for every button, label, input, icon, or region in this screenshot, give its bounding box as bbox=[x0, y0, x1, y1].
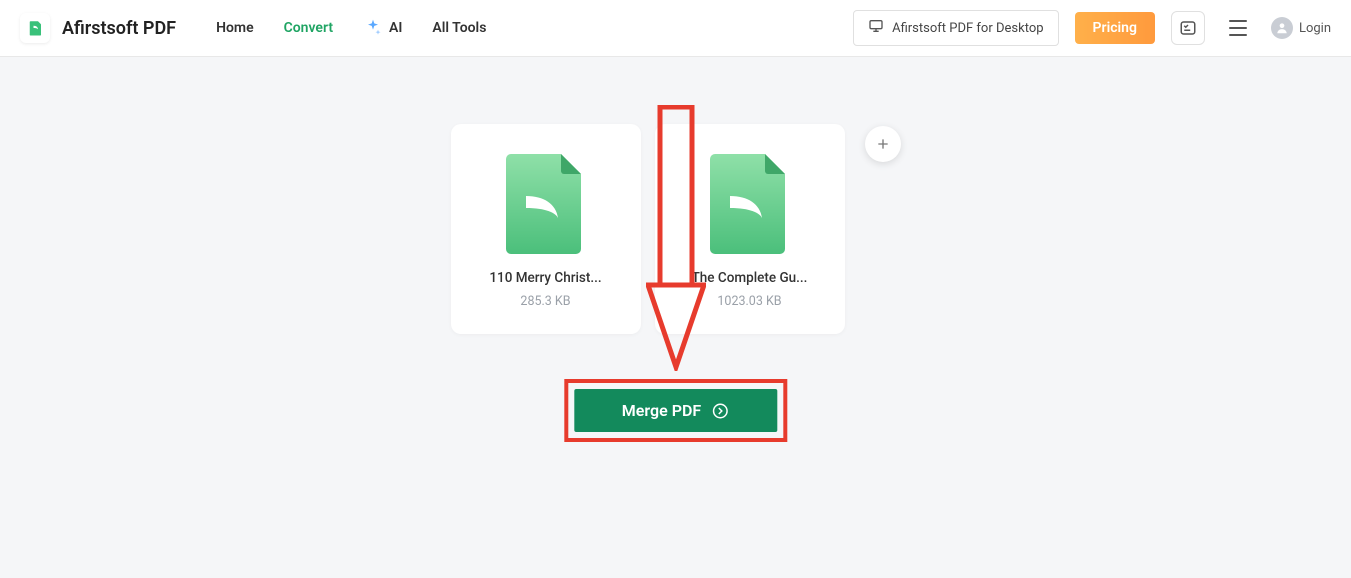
sparkle-icon bbox=[363, 18, 383, 38]
file-name: The Complete Gu... bbox=[669, 270, 831, 286]
add-file-button[interactable] bbox=[865, 126, 901, 162]
plus-icon bbox=[875, 136, 891, 152]
brand-logo-group[interactable]: Afirstsoft PDF bbox=[20, 13, 176, 43]
file-size: 1023.03 KB bbox=[717, 294, 781, 309]
nav-ai[interactable]: AI bbox=[363, 18, 402, 38]
pdf-file-icon bbox=[705, 154, 795, 254]
file-name: 110 Merry Christ... bbox=[465, 270, 627, 286]
main-nav: Home Convert AI All Tools bbox=[216, 18, 486, 38]
login-label: Login bbox=[1299, 21, 1331, 36]
file-size: 285.3 KB bbox=[520, 294, 570, 309]
pricing-button[interactable]: Pricing bbox=[1075, 12, 1155, 44]
monitor-icon bbox=[868, 18, 884, 38]
files-row: 110 Merry Christ... 285.3 KB The Complet… bbox=[451, 124, 901, 334]
avatar-icon bbox=[1271, 17, 1293, 39]
desktop-app-button[interactable]: Afirstsoft PDF for Desktop bbox=[853, 10, 1058, 46]
merge-pdf-label: Merge PDF bbox=[622, 401, 701, 420]
brand-logo-icon bbox=[20, 13, 50, 43]
nav-home[interactable]: Home bbox=[216, 20, 254, 36]
merge-pdf-button[interactable]: Merge PDF bbox=[574, 389, 777, 432]
app-header: Afirstsoft PDF Home Convert AI All Tools bbox=[0, 0, 1351, 57]
checklist-icon bbox=[1179, 19, 1197, 37]
file-card[interactable]: The Complete Gu... 1023.03 KB bbox=[655, 124, 845, 334]
header-right-group: Afirstsoft PDF for Desktop Pricing Login bbox=[853, 10, 1331, 46]
arrow-circle-right-icon bbox=[711, 402, 729, 420]
desktop-app-label: Afirstsoft PDF for Desktop bbox=[892, 21, 1043, 36]
menu-button[interactable] bbox=[1221, 11, 1255, 45]
nav-ai-label: AI bbox=[389, 20, 402, 36]
file-card[interactable]: 110 Merry Christ... 285.3 KB bbox=[451, 124, 641, 334]
brand-name: Afirstsoft PDF bbox=[62, 18, 176, 39]
merge-highlight-box: Merge PDF bbox=[564, 379, 787, 442]
tasks-icon-button[interactable] bbox=[1171, 11, 1205, 45]
nav-all-tools[interactable]: All Tools bbox=[432, 20, 486, 36]
nav-convert[interactable]: Convert bbox=[284, 20, 333, 36]
login-button[interactable]: Login bbox=[1271, 17, 1331, 39]
main-content: 110 Merry Christ... 285.3 KB The Complet… bbox=[0, 57, 1351, 578]
pdf-file-icon bbox=[501, 154, 591, 254]
